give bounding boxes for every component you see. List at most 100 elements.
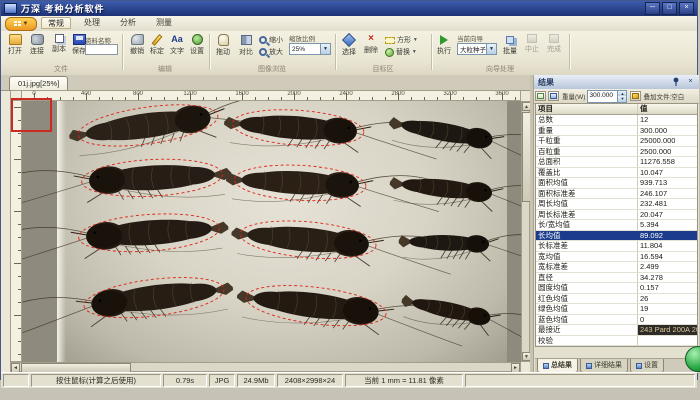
finish-button[interactable]: 完成 xyxy=(544,34,564,62)
vertical-scrollbar[interactable]: ▲ ▼ xyxy=(521,101,530,362)
ruler-tick xyxy=(14,159,21,160)
data-name-input[interactable] xyxy=(85,44,118,55)
replace-button[interactable]: 替换 ▼ xyxy=(385,47,417,57)
menu-bar: ▼ 常规 处理 分析 测量 xyxy=(1,16,697,32)
select-button[interactable]: 选择 xyxy=(339,34,359,62)
open-button[interactable]: 打开 xyxy=(3,34,27,62)
delete-button[interactable]: ×删除 xyxy=(361,34,381,62)
table-row[interactable]: 圆度均值0.157 xyxy=(536,283,697,294)
row-item-value: 232.481 xyxy=(638,199,697,209)
table-row[interactable]: 长均值89.092 xyxy=(536,231,697,242)
table-row[interactable]: 绿色均值19 xyxy=(536,304,697,315)
zoom-out-button[interactable]: 缩小 xyxy=(259,35,283,45)
image-canvas[interactable] xyxy=(22,101,521,362)
ruler-tick xyxy=(60,97,61,100)
calibrate-icon xyxy=(152,34,163,46)
table-row[interactable]: 直径34.278 xyxy=(536,273,697,284)
row-item-name: 最接近 xyxy=(536,325,638,335)
ruler-label: 3200 xyxy=(443,91,456,97)
app-window: 万深 考种分析软件 ─ □ × ▼ 常规 处理 分析 测量 打开 连接 副本 保… xyxy=(0,0,698,380)
close-button[interactable]: × xyxy=(679,2,694,15)
table-row[interactable]: 千粒重25000.000 xyxy=(536,136,697,147)
weight-spinner[interactable]: 300.000 ▲ ▼ xyxy=(587,90,627,103)
zoom-in-button[interactable]: 放大 xyxy=(259,47,283,57)
table-row[interactable]: 宽标准差2.499 xyxy=(536,262,697,273)
row-item-name: 红色均值 xyxy=(536,294,638,304)
execute-button[interactable]: 执行 xyxy=(434,34,454,62)
delete-icon: × xyxy=(366,34,377,44)
table-row[interactable]: 重量300.000 xyxy=(536,126,697,137)
ruler-tick xyxy=(411,97,412,100)
settings-button[interactable]: 设置 xyxy=(185,34,209,62)
specimen-shrimp xyxy=(386,111,521,171)
ruler-tick xyxy=(320,97,321,100)
panel-close-icon[interactable]: × xyxy=(684,76,697,88)
table-row[interactable]: 宽均值16.594 xyxy=(536,252,697,263)
results-tab-2[interactable]: 设置 xyxy=(630,359,664,373)
compare-icon xyxy=(241,35,252,45)
app-menu-button[interactable]: ▼ xyxy=(5,17,37,31)
menu-tab-process[interactable]: 处理 xyxy=(77,17,107,29)
rect-region-button[interactable]: 方形 ▼ xyxy=(385,35,418,45)
menu-tab-measure[interactable]: 测量 xyxy=(149,17,179,29)
ribbon-group-browse: 图像浏览 xyxy=(211,64,333,73)
edit-overlay-button[interactable] xyxy=(630,91,641,101)
link-button[interactable]: 连接 xyxy=(25,34,49,62)
table-row[interactable]: 长/宽均值5.394 xyxy=(536,220,697,231)
ruler-tick xyxy=(385,97,386,100)
status-bar: 按住鼠标(计算之后使用) 0.79s JPG 24.9Mb 2408×2998×… xyxy=(1,372,697,388)
zoom-in-icon xyxy=(259,48,267,56)
refresh-results-button[interactable] xyxy=(548,91,559,101)
table-row[interactable]: 面积均值939.713 xyxy=(536,178,697,189)
compare-button[interactable]: 对比 xyxy=(235,34,257,62)
row-item-name: 面积均值 xyxy=(536,178,638,188)
ribbon-group-target: 目标区 xyxy=(337,64,429,73)
table-row[interactable]: 面积标准差246.107 xyxy=(536,189,697,200)
table-row[interactable]: 总面积11276.558 xyxy=(536,157,697,168)
pin-icon[interactable] xyxy=(669,76,682,88)
ruler-tick xyxy=(14,263,21,264)
results-tab-0[interactable]: 总结果 xyxy=(537,359,578,373)
row-item-value: 26 xyxy=(638,294,697,304)
table-row[interactable]: 最接近243 Pard 200A 203 GE|24... xyxy=(536,325,697,336)
table-row[interactable]: 百粒重2500.000 xyxy=(536,147,697,158)
current-wizard-select[interactable]: 大粒种子 ▼ xyxy=(457,43,497,55)
row-item-name: 千粒重 xyxy=(536,136,638,146)
results-tab-1[interactable]: 详细结果 xyxy=(580,359,628,373)
chevron-down-icon: ▼ xyxy=(320,44,330,54)
ruler-label: 2000 xyxy=(287,91,300,97)
ruler-tick xyxy=(164,97,165,100)
ruler-tick xyxy=(151,97,152,100)
table-row[interactable]: 覆盖比10.047 xyxy=(536,168,697,179)
minimize-button[interactable]: ─ xyxy=(645,2,660,15)
menu-tab-general[interactable]: 常规 xyxy=(41,17,71,29)
batch-button[interactable]: 批量 xyxy=(500,34,520,62)
table-row[interactable]: 周长标准差20.047 xyxy=(536,210,697,221)
table-row[interactable]: 周长均值232.481 xyxy=(536,199,697,210)
spin-down-icon[interactable]: ▼ xyxy=(618,96,626,102)
grid-icon xyxy=(14,21,21,27)
ruler-tick xyxy=(268,97,269,100)
document-tab[interactable]: 01j.jpg[25%] xyxy=(9,76,68,91)
ruler-label: 800 xyxy=(133,91,143,97)
table-row[interactable]: 长标准差11.804 xyxy=(536,241,697,252)
table-row[interactable]: 蓝色均值0 xyxy=(536,315,697,326)
ruler-label: 2400 xyxy=(339,91,352,97)
zoom-ratio-select[interactable]: 25% ▼ xyxy=(289,43,331,55)
zoom-ratio-caption: 缩放比例 xyxy=(289,33,315,43)
horizontal-scrollbar[interactable]: ◄ ► xyxy=(10,362,521,372)
navigator-red-box[interactable] xyxy=(11,98,52,132)
ruler-tick xyxy=(18,198,21,199)
export-results-button[interactable] xyxy=(535,91,546,101)
ruler-tick xyxy=(307,97,308,100)
table-row[interactable]: 红色均值26 xyxy=(536,294,697,305)
abort-button[interactable]: 中止 xyxy=(522,34,542,62)
menu-tab-analyze[interactable]: 分析 xyxy=(113,17,143,29)
maximize-button[interactable]: □ xyxy=(662,2,677,15)
specimen-shrimp xyxy=(398,230,521,264)
drag-button[interactable]: 拖动 xyxy=(212,34,234,62)
specimen-shrimp xyxy=(22,209,230,266)
table-row[interactable]: 校验 xyxy=(536,336,697,347)
ribbon-group-wizard: 向导处理 xyxy=(433,64,567,73)
table-row[interactable]: 总数12 xyxy=(536,115,697,126)
